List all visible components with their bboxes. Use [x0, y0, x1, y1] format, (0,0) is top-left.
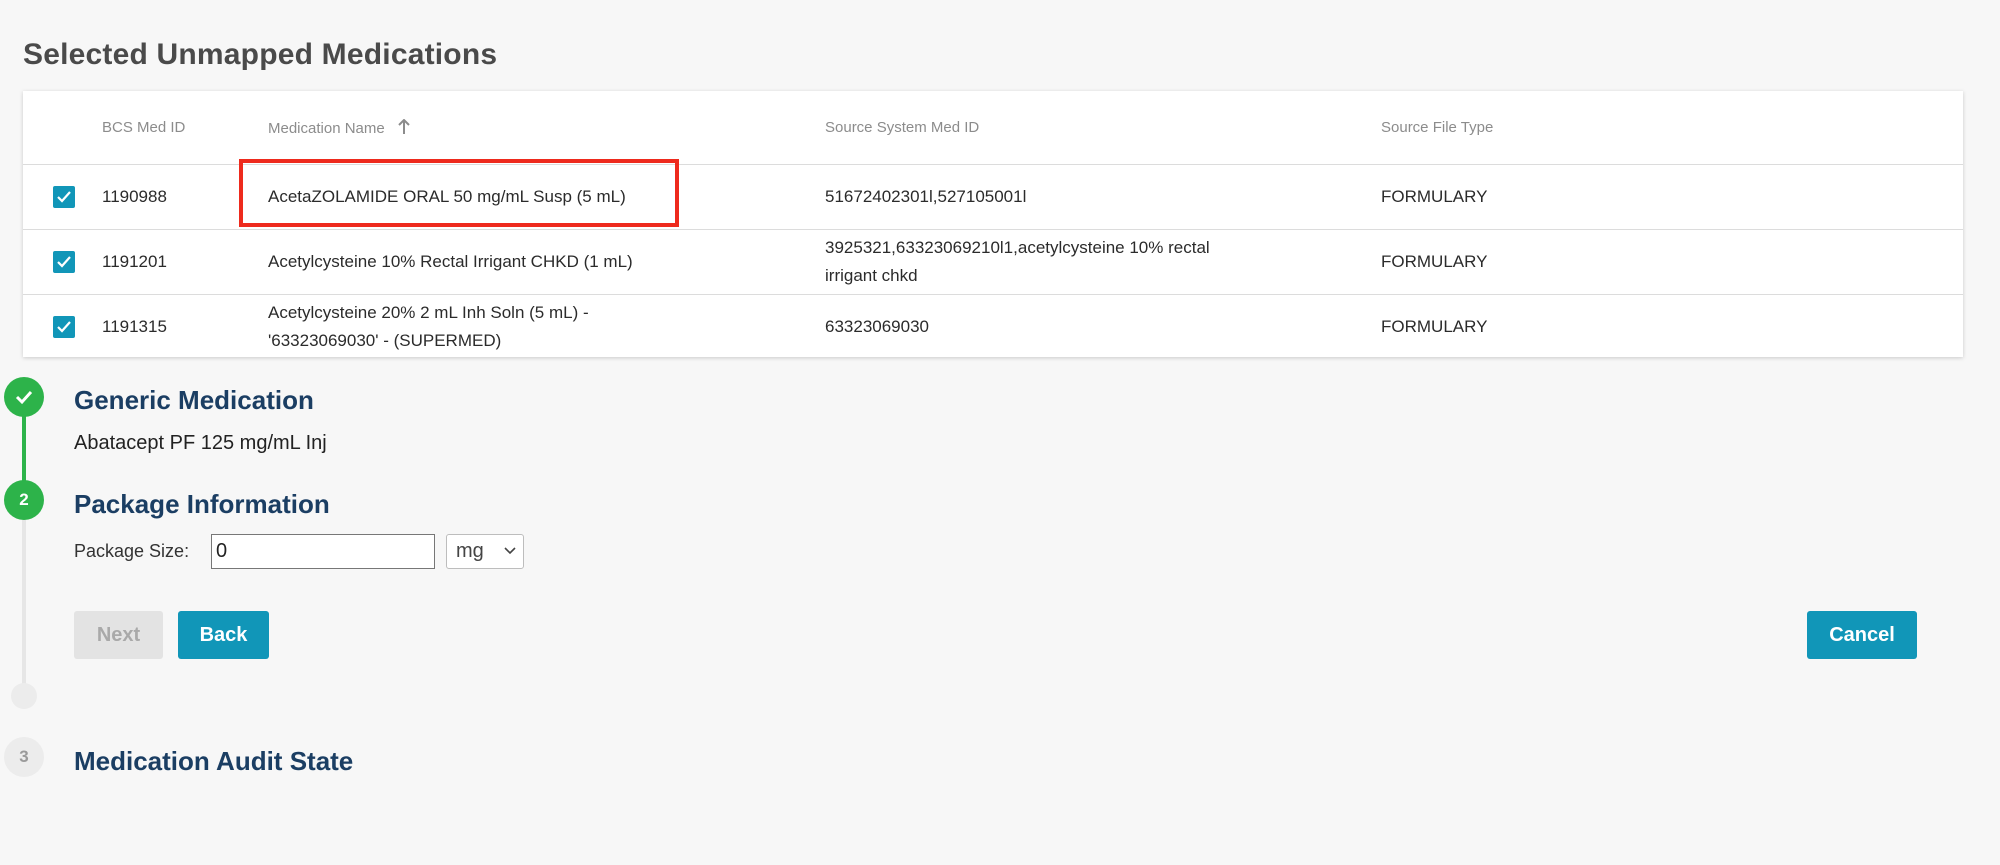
table-row[interactable]: 1191201 Acetylcysteine 10% Rectal Irriga…: [23, 230, 1963, 295]
column-header-label: Medication Name: [268, 119, 385, 137]
step-title-package-information: Package Information: [74, 489, 330, 519]
bcs-med-id: 1190988: [102, 187, 167, 206]
source-system-med-id: 63323069030: [825, 313, 929, 341]
step-connector-pending: [22, 518, 26, 698]
unit-select[interactable]: mg: [446, 534, 524, 569]
bcs-med-id: 1191201: [102, 252, 167, 271]
table-row[interactable]: 1191315 Acetylcysteine 20% 2 mL Inh Soln…: [23, 295, 1963, 359]
medication-name-line: '63323069030' - (SUPERMED): [268, 331, 502, 350]
next-button[interactable]: Next: [74, 611, 163, 659]
check-icon: [15, 390, 33, 405]
chevron-down-icon: [504, 547, 516, 555]
checkmark-icon: [57, 256, 71, 268]
checkmark-icon: [57, 321, 71, 333]
table-header: BCS Med ID Medication Name Source System…: [23, 91, 1963, 165]
highlight-annotation: [239, 159, 679, 227]
generic-medication-value: Abatacept PF 125 mg/mL Inj: [74, 432, 327, 454]
medication-name-line: Acetylcysteine 10% Rectal Irrigant CHKD …: [268, 252, 633, 271]
source-id-line: 63323069030: [825, 317, 930, 336]
bcs-med-id: 1191315: [102, 317, 167, 336]
source-id-line: 51672402301l,527105001l: [825, 187, 1027, 206]
checkmark-icon: [57, 191, 71, 203]
step-title-generic-medication: Generic Medication: [74, 385, 314, 415]
medication-name-line: Acetylcysteine 20% 2 mL Inh Soln (5 mL) …: [268, 303, 589, 322]
step-substep-dot: [11, 683, 37, 709]
step-completed-indicator: [4, 377, 44, 417]
source-id-line: irrigant chkd: [825, 266, 918, 285]
source-system-med-id: 3925321,63323069210l1,acetylcysteine 10%…: [825, 234, 1210, 290]
arrow-up-icon[interactable]: [397, 118, 411, 139]
column-header-bcs-med-id[interactable]: BCS Med ID: [102, 119, 185, 136]
back-button[interactable]: Back: [178, 611, 269, 659]
column-header-medication-name[interactable]: Medication Name: [268, 118, 411, 139]
unit-select-value: mg: [456, 540, 484, 562]
column-header-source-file-type[interactable]: Source File Type: [1381, 119, 1493, 136]
row-checkbox[interactable]: [53, 251, 75, 273]
row-checkbox[interactable]: [53, 186, 75, 208]
package-size-label: Package Size:: [74, 541, 190, 561]
step-number-indicator: 3: [4, 737, 44, 777]
cancel-button[interactable]: Cancel: [1807, 611, 1917, 659]
column-header-source-system-med-id[interactable]: Source System Med ID: [825, 119, 979, 136]
package-size-input[interactable]: [211, 534, 435, 569]
source-file-type: FORMULARY: [1381, 252, 1488, 271]
step-number-indicator: 2: [4, 480, 44, 520]
source-file-type: FORMULARY: [1381, 187, 1488, 206]
page-title: Selected Unmapped Medications: [23, 38, 498, 71]
source-system-med-id: 51672402301l,527105001l: [825, 183, 1026, 211]
step-title-medication-audit-state: Medication Audit State: [74, 746, 354, 776]
row-checkbox[interactable]: [53, 316, 75, 338]
source-file-type: FORMULARY: [1381, 317, 1488, 336]
medication-name: Acetylcysteine 20% 2 mL Inh Soln (5 mL) …: [268, 299, 589, 355]
source-id-line: 3925321,63323069210l1,acetylcysteine 10%…: [825, 238, 1210, 257]
step-connector-completed: [22, 410, 26, 490]
medication-name: Acetylcysteine 10% Rectal Irrigant CHKD …: [268, 248, 633, 276]
